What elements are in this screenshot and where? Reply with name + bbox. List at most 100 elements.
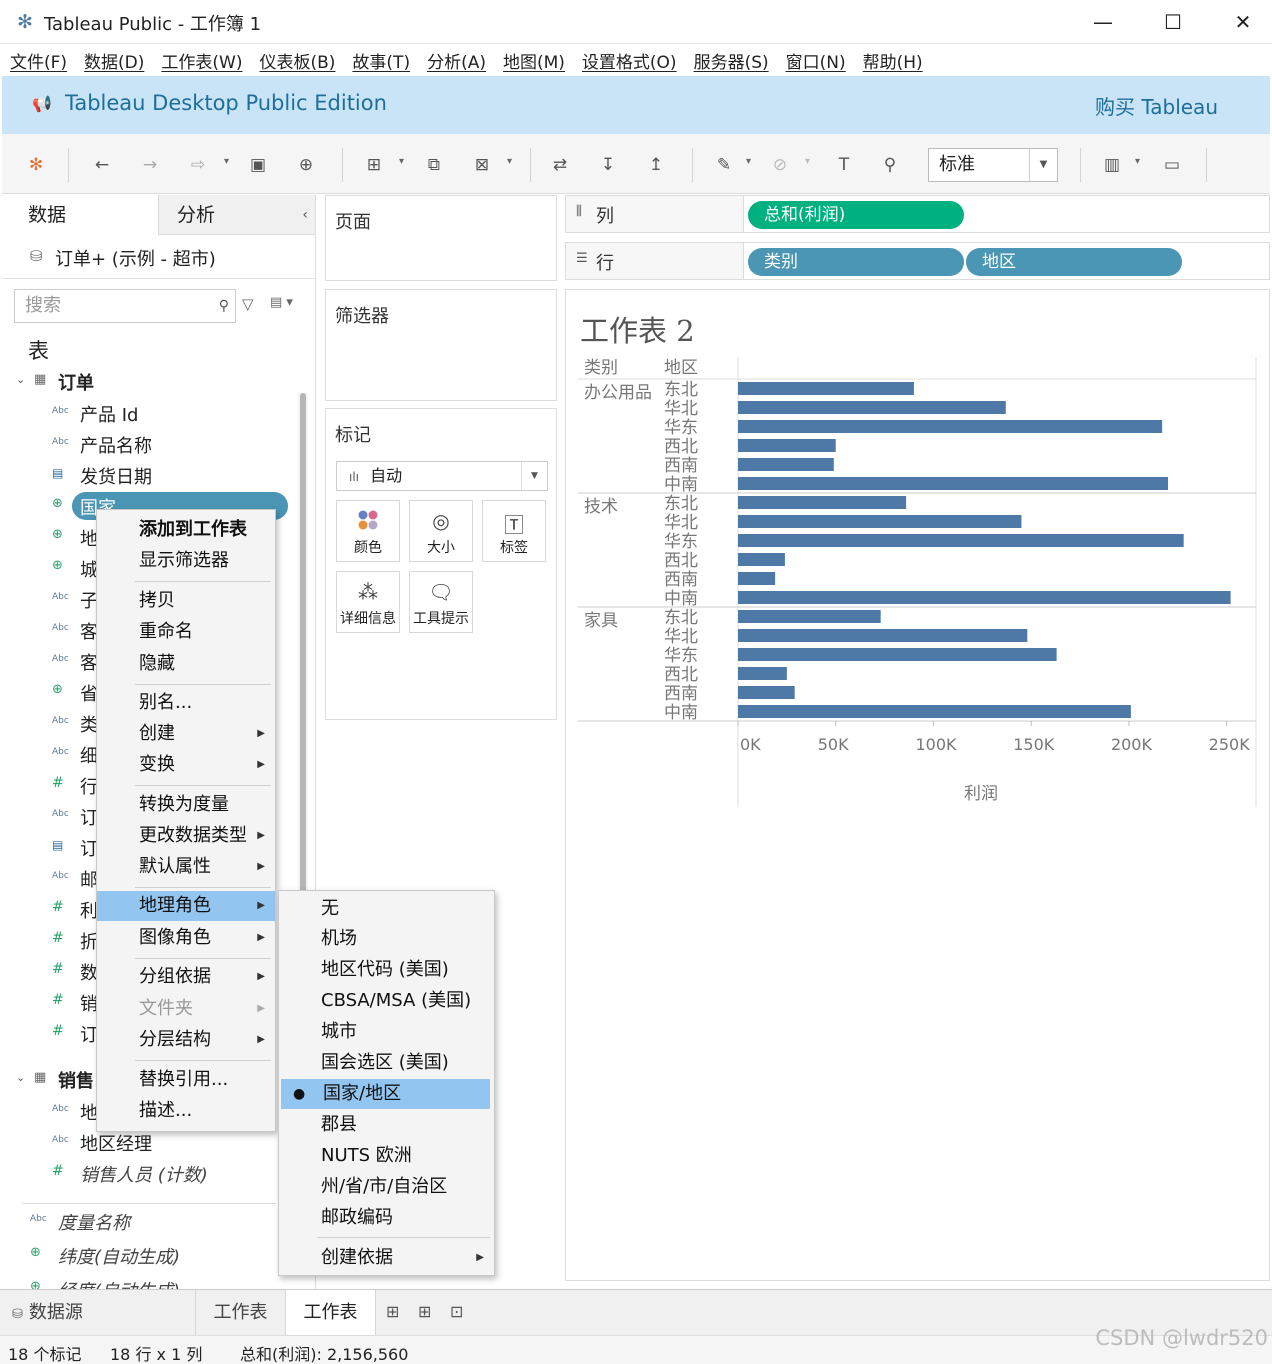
menu-file[interactable]: 文件(F) [10, 48, 67, 73]
geo-role-area-code[interactable]: 地区代码 (美国) [279, 955, 494, 985]
geo-role-city[interactable]: 城市 [279, 1017, 494, 1047]
show-me-icon[interactable]: ▥ [1100, 154, 1124, 176]
geo-role-county[interactable]: 郡县 [279, 1110, 494, 1140]
color-button[interactable]: 颜色 [336, 500, 400, 562]
field-item[interactable]: # 销售人员 (计数) [2, 1159, 302, 1190]
menu-story[interactable]: 故事(T) [352, 48, 410, 73]
redo-icon[interactable]: → [138, 154, 162, 176]
menu-worksheet[interactable]: 工作表(W) [161, 48, 242, 73]
menu-window[interactable]: 窗口(N) [786, 48, 846, 73]
field-item[interactable]: ⊕ 经度(自动生成) [2, 1275, 280, 1289]
new-dashboard-icon[interactable]: ⊞ [418, 1302, 431, 1321]
field-item[interactable]: ▤ 发货日期 [2, 461, 302, 492]
menu-item-transform[interactable]: 变换 ▶ [97, 750, 275, 780]
table-group-orders[interactable]: ⌄ ▦ 订单 [2, 368, 302, 399]
menu-item-convert-to-measure[interactable]: 转换为度量 [97, 790, 275, 820]
menu-item-create[interactable]: 创建 ▶ [97, 719, 275, 749]
duplicate-sheet-icon[interactable]: ⧉ [422, 154, 446, 176]
tab-analysis[interactable]: 分析 ‹ [158, 195, 315, 235]
field-item[interactable]: Abc 产品 Id [2, 399, 302, 430]
datasource-row[interactable]: ⛁ 订单+ (示例 - 超市) [2, 235, 315, 279]
menu-item-change-data-type[interactable]: 更改数据类型 ▶ [97, 821, 275, 851]
menu-item-group-by[interactable]: 分组依据 ▶ [97, 962, 275, 992]
menu-dashboard[interactable]: 仪表板(B) [259, 48, 335, 73]
menu-item-hierarchy[interactable]: 分层结构 ▶ [97, 1025, 275, 1055]
close-button[interactable]: ✕ [1220, 6, 1266, 38]
menu-server[interactable]: 服务器(S) [694, 48, 769, 73]
highlight-icon[interactable]: ✎ [712, 154, 736, 176]
menu-item-copy[interactable]: 拷贝 [97, 586, 275, 616]
field-item[interactable]: Abc 度量名称 [2, 1207, 280, 1238]
columns-shelf[interactable]: ⫼ 列 总和(利润) [565, 195, 1270, 233]
field-item[interactable]: Abc 产品名称 [2, 430, 302, 461]
geo-role-cbsa-msa[interactable]: CBSA/MSA (美国) [279, 986, 494, 1016]
filter-icon[interactable]: ▽ [242, 295, 254, 313]
geo-role-nuts-europe[interactable]: NUTS 欧洲 [279, 1141, 494, 1171]
maximize-button[interactable]: ☐ [1150, 6, 1196, 38]
tab-sheet-2[interactable]: 工作表 2 [286, 1290, 376, 1364]
geo-role-create-from[interactable]: 创建依据 ▶ [279, 1243, 494, 1273]
menu-item-image-role[interactable]: 图像角色 ▶ [97, 923, 275, 953]
clear-sheet-icon[interactable]: ⊠ [470, 154, 494, 176]
geo-role-airport[interactable]: 机场 [279, 924, 494, 954]
tab-sheet-1[interactable]: 工作表 1 [196, 1290, 286, 1364]
chevron-down-icon[interactable]: ▾ [746, 156, 751, 167]
chevron-down-icon[interactable]: ▾ [805, 156, 810, 167]
bar-chart[interactable]: 类别 地区办公用品 东北华北华东西北西南中南技术 东北华北华东西北西南中南家具 东北华北… [566, 345, 1269, 815]
chevron-down-icon[interactable]: ▾ [1135, 156, 1140, 167]
menu-item-hide[interactable]: 隐藏 [97, 649, 275, 679]
tab-datasource[interactable]: ⛁ 数据源 [0, 1290, 196, 1336]
menu-analysis[interactable]: 分析(A) [427, 48, 486, 73]
fit-select[interactable]: 标准 ▼ [928, 148, 1058, 182]
menu-item-replace-references[interactable]: 替换引用... [97, 1065, 275, 1095]
pill-sum-profit[interactable]: 总和(利润) [748, 201, 964, 229]
menu-item-default-properties[interactable]: 默认属性 ▶ [97, 852, 275, 882]
size-button[interactable]: ◎ 大小 [409, 500, 473, 562]
undo-icon[interactable]: ← [90, 154, 114, 176]
menu-format[interactable]: 设置格式(O) [582, 48, 677, 73]
chevron-down-icon[interactable]: ▾ [399, 156, 404, 167]
field-item[interactable]: Abc 地区经理 [2, 1128, 302, 1159]
new-worksheet-icon[interactable]: ⊞ [362, 154, 386, 176]
collapse-chevron-icon[interactable]: ⌄ [16, 373, 25, 386]
filters-card[interactable]: 筛选器 [325, 289, 557, 401]
new-story-icon[interactable]: ⊡ [450, 1302, 463, 1321]
swap-rows-columns-icon[interactable]: ⇄ [548, 154, 572, 176]
geo-role-none[interactable]: 无 [279, 894, 494, 924]
menu-item-alias[interactable]: 别名... [97, 688, 275, 718]
geo-role-zip-code[interactable]: 邮政编码 [279, 1203, 494, 1233]
field-item[interactable]: ⊕ 纬度(自动生成) [2, 1241, 280, 1272]
menu-item-add-to-sheet[interactable]: 添加到工作表 [97, 515, 275, 545]
collapse-chevron-icon[interactable]: ‹ [302, 195, 308, 235]
mark-type-select[interactable]: ılı 自动 ▼ [336, 461, 548, 491]
sort-ascending-icon[interactable]: ↧ [596, 154, 620, 176]
chevron-down-icon[interactable]: ▾ [507, 156, 512, 167]
menu-help[interactable]: 帮助(H) [863, 48, 923, 73]
menu-item-show-filter[interactable]: 显示筛选器 [97, 546, 275, 576]
geo-role-state-province[interactable]: 州/省/市/自治区 [279, 1172, 494, 1202]
pill-region[interactable]: 地区 [966, 248, 1182, 276]
tableau-home-icon[interactable]: ✻ [24, 154, 48, 176]
menu-item-describe[interactable]: 描述... [97, 1096, 275, 1126]
tooltip-button[interactable]: 🗨 工具提示 [409, 571, 473, 633]
chevron-down-icon[interactable]: ▾ [224, 156, 229, 167]
geo-role-country[interactable]: ● 国家/地区 [281, 1079, 490, 1109]
pages-card[interactable]: 页面 [325, 195, 557, 281]
buy-tableau-link[interactable]: 购买 Tableau [1095, 91, 1218, 120]
collapse-chevron-icon[interactable]: ⌄ [16, 1071, 25, 1084]
new-worksheet-icon[interactable]: ⊞ [386, 1302, 399, 1321]
detail-button[interactable]: ⁂ 详细信息 [336, 571, 400, 633]
rows-shelf[interactable]: ☰ 行 类别 地区 [565, 242, 1270, 280]
label-button[interactable]: 🅃 标签 [482, 500, 546, 562]
pin-axes-icon[interactable]: ⚲ [878, 154, 902, 176]
presentation-mode-icon[interactable]: ▭ [1160, 154, 1184, 176]
new-datasource-icon[interactable]: ⊕ [294, 154, 318, 176]
view-options-icon[interactable]: ▤ ▾ [270, 295, 293, 310]
sort-descending-icon[interactable]: ↥ [644, 154, 668, 176]
pill-category[interactable]: 类别 [748, 248, 964, 276]
show-labels-icon[interactable]: T [832, 154, 856, 176]
search-input[interactable]: 搜索 ⚲ [14, 289, 236, 323]
menu-item-geographic-role[interactable]: 地理角色 ▶ [97, 891, 275, 921]
geo-role-congressional-district[interactable]: 国会选区 (美国) [279, 1048, 494, 1078]
minimize-button[interactable]: — [1080, 6, 1126, 38]
